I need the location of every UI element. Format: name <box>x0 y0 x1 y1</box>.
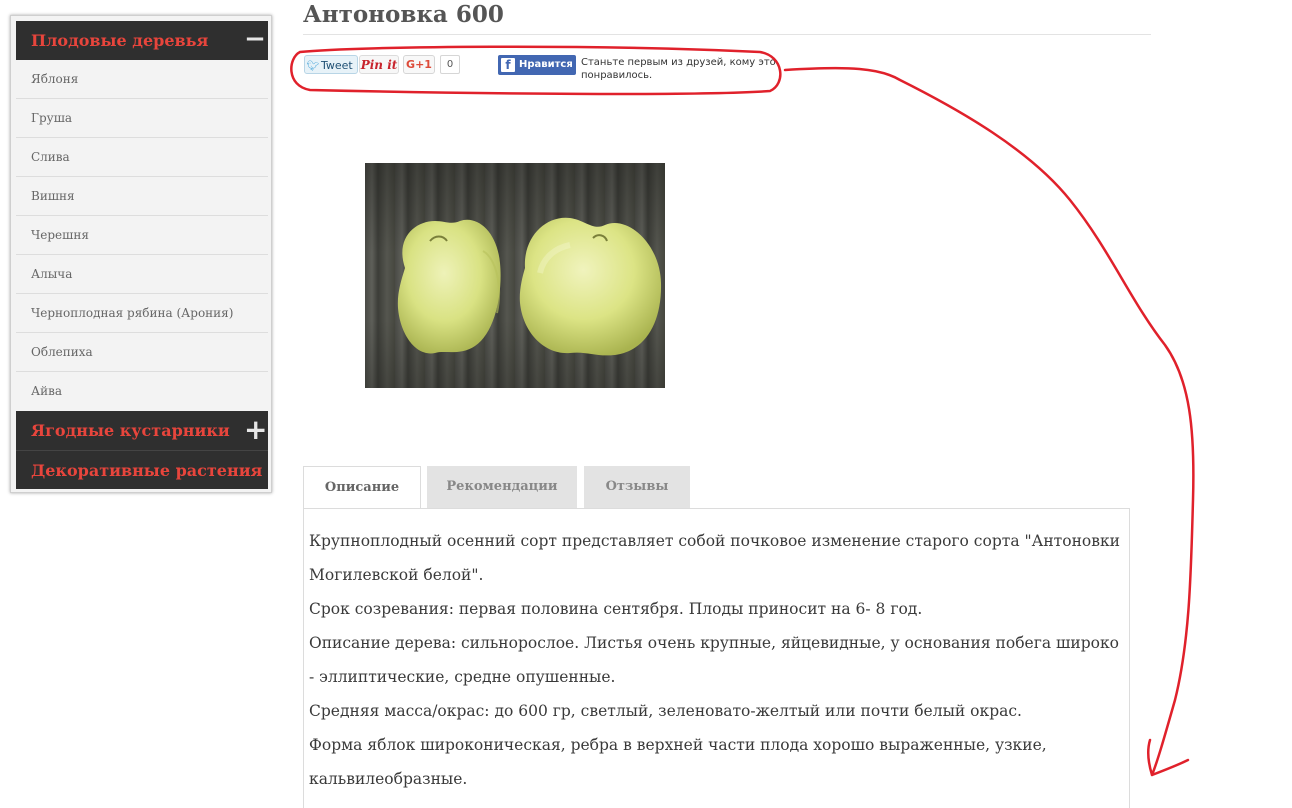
apples-image <box>397 217 662 356</box>
sidebar-item-sweet-cherry[interactable]: Черешня <box>16 216 268 255</box>
description-paragraph: Средняя масса/окрас: до 600 гр, светлый,… <box>309 702 1022 720</box>
page-title: Антоновка 600 <box>303 1 504 28</box>
sidebar-item-cherry-plum[interactable]: Алыча <box>16 255 268 294</box>
product-photo[interactable] <box>365 163 665 388</box>
description-paragraph: Форма яблок широконическая, ребра в верх… <box>309 736 1047 788</box>
google-plus-button[interactable]: G+1 <box>403 55 435 74</box>
description-paragraph: Крупноплодный осенний сорт представляет … <box>309 532 1120 584</box>
tweet-button[interactable]: 🐦︎ Tweet <box>304 55 358 74</box>
title-divider <box>303 34 1151 35</box>
category-fruit-trees[interactable]: Плодовые деревья − <box>16 21 268 60</box>
facebook-like-label: Нравится <box>519 59 573 70</box>
sidebar-item-pear[interactable]: Груша <box>16 99 268 138</box>
sidebar-item-apple[interactable]: Яблоня <box>16 60 268 99</box>
tab-description[interactable]: Описание <box>303 466 421 509</box>
product-description: Крупноплодный осенний сорт представляет … <box>309 524 1129 796</box>
tab-recommendations[interactable]: Рекомендации <box>427 466 577 508</box>
sidebar-item-cherry[interactable]: Вишня <box>16 177 268 216</box>
expand-plus-icon[interactable]: + <box>244 411 267 450</box>
sidebar-item-quince[interactable]: Айва <box>16 372 268 411</box>
collapse-minus-icon[interactable]: − <box>244 21 266 60</box>
tweet-label: Tweet <box>321 59 353 72</box>
category-ornamental-plants[interactable]: Декоративные растения <box>16 450 268 489</box>
sidebar-item-sea-buckthorn[interactable]: Облепиха <box>16 333 268 372</box>
category-label: Декоративные растения <box>31 461 263 480</box>
description-paragraph: Описание дерева: сильнорослое. Листья оч… <box>309 634 1120 686</box>
description-paragraph: Срок созревания: первая половина сентябр… <box>309 600 923 618</box>
tab-reviews[interactable]: Отзывы <box>584 466 690 508</box>
pinterest-button[interactable]: Pin it <box>359 55 399 74</box>
sidebar-item-chokeberry[interactable]: Черноплодная рябина (Арония) <box>16 294 268 333</box>
category-label: Ягодные кустарники <box>31 421 230 440</box>
twitter-bird-icon: 🐦︎ <box>306 61 320 72</box>
facebook-icon: f <box>501 58 515 72</box>
category-label: Плодовые деревья <box>31 31 209 50</box>
sidebar-item-plum[interactable]: Слива <box>16 138 268 177</box>
category-berry-bushes[interactable]: Ягодные кустарники + <box>16 411 268 450</box>
subcategory-list: Яблоня Груша Слива Вишня Черешня Алыча Ч… <box>16 60 268 411</box>
facebook-like-text: Станьте первым из друзей, кому это понра… <box>581 57 776 81</box>
category-sidebar: Плодовые деревья − Яблоня Груша Слива Ви… <box>10 15 272 493</box>
facebook-like-button[interactable]: f Нравится <box>498 55 576 75</box>
google-plus-count: 0 <box>440 55 460 74</box>
